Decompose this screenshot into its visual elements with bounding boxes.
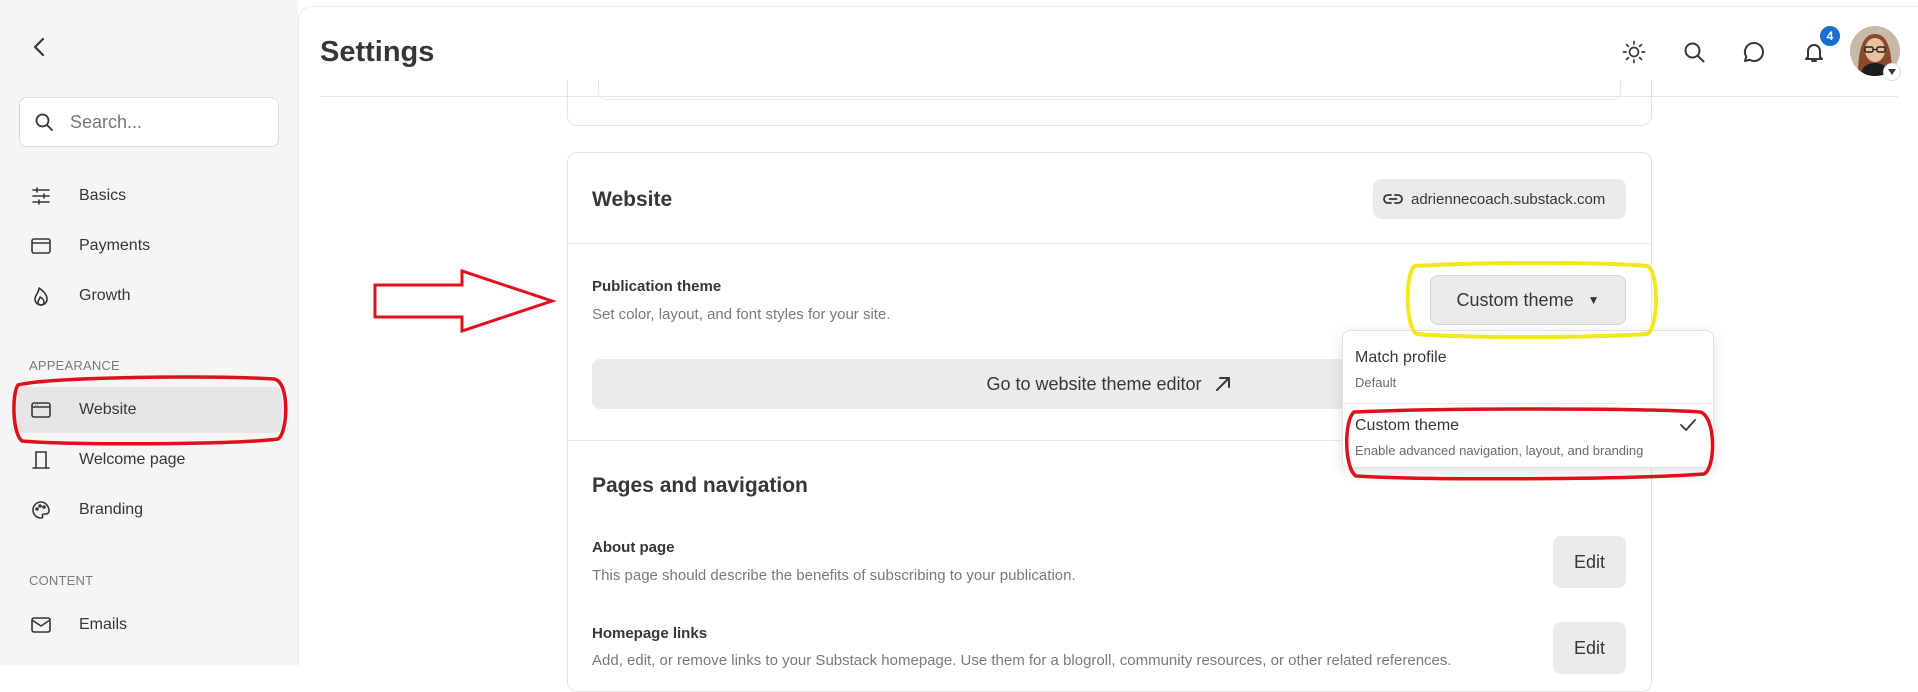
settings-search-field[interactable] xyxy=(19,97,279,147)
menu-item-subtitle: Default xyxy=(1355,375,1397,390)
sidebar-item-basics[interactable]: Basics xyxy=(14,173,282,219)
theme-toggle-sun-icon[interactable] xyxy=(1620,38,1648,66)
search-input[interactable] xyxy=(68,110,258,134)
door-icon xyxy=(30,449,52,471)
homepage-links-label: Homepage links xyxy=(592,625,708,642)
link-icon xyxy=(1383,192,1403,206)
page-title: Settings xyxy=(320,36,435,68)
menu-item-title: Custom theme xyxy=(1355,417,1460,434)
about-page-label: About page xyxy=(592,539,675,556)
browser-window-icon xyxy=(30,399,52,421)
publication-theme-description: Set color, layout, and font styles for y… xyxy=(592,306,891,323)
section-label-content: CONTENT xyxy=(29,573,94,588)
sidebar-item-branding[interactable]: Branding xyxy=(14,487,282,533)
search-icon[interactable] xyxy=(1680,38,1708,66)
edit-homepage-links-button[interactable]: Edit xyxy=(1553,622,1626,674)
menu-item-subtitle: Enable advanced navigation, layout, and … xyxy=(1355,443,1644,458)
menu-item-title: Match profile xyxy=(1355,349,1447,366)
sidebar-item-growth[interactable]: Growth xyxy=(14,273,282,319)
back-arrow-icon[interactable] xyxy=(26,33,54,61)
sidebar: Basics Payments Growth APPEARANCE Websit… xyxy=(0,0,298,665)
card-divider xyxy=(568,243,1651,244)
menu-item-custom-theme[interactable]: Custom theme Enable advanced navigation,… xyxy=(1343,404,1715,468)
sidebar-item-payments[interactable]: Payments xyxy=(14,223,282,269)
sidebar-item-label: Growth xyxy=(79,287,131,304)
sidebar-item-website[interactable]: Website xyxy=(14,387,282,433)
sidebar-item-emails[interactable]: Emails xyxy=(14,602,282,648)
edit-about-page-button[interactable]: Edit xyxy=(1553,536,1626,588)
pages-navigation-title: Pages and navigation xyxy=(592,474,808,497)
menu-item-match-profile[interactable]: Match profile Default xyxy=(1343,331,1715,403)
about-page-description: This page should describe the benefits o… xyxy=(592,567,1076,584)
website-url-text: adriennecoach.substack.com xyxy=(1411,190,1606,208)
checkmark-icon xyxy=(1679,418,1697,432)
theme-dropdown-menu: Match profile Default Custom theme Enabl… xyxy=(1342,330,1714,468)
sidebar-item-welcome-page[interactable]: Welcome page xyxy=(14,437,282,483)
sidebar-item-label: Payments xyxy=(79,237,151,254)
theme-select-dropdown[interactable]: Custom theme ▼ xyxy=(1430,275,1626,325)
website-card-title: Website xyxy=(592,188,673,211)
flame-icon xyxy=(30,285,52,307)
sidebar-item-label: Welcome page xyxy=(79,451,186,468)
card-divider xyxy=(598,80,1621,100)
sidebar-item-label: Website xyxy=(79,401,137,418)
sliders-icon xyxy=(30,185,52,207)
sidebar-item-label: Branding xyxy=(79,501,144,518)
search-icon xyxy=(34,112,54,132)
chevron-down-icon[interactable] xyxy=(1883,63,1901,81)
previous-settings-card xyxy=(567,80,1652,126)
external-arrow-icon xyxy=(1214,375,1232,393)
caret-down-icon: ▼ xyxy=(1587,293,1600,307)
credit-card-icon xyxy=(30,235,52,257)
sidebar-item-label: Basics xyxy=(79,187,127,204)
theme-select-value: Custom theme xyxy=(1456,289,1574,310)
publication-theme-label: Publication theme xyxy=(592,278,722,295)
website-url-link[interactable]: adriennecoach.substack.com xyxy=(1373,179,1626,219)
mail-icon xyxy=(30,614,52,636)
sidebar-item-label: Emails xyxy=(79,616,128,633)
notification-badge: 4 xyxy=(1818,24,1842,48)
section-label-appearance: APPEARANCE xyxy=(29,358,120,373)
homepage-links-description: Add, edit, or remove links to your Subst… xyxy=(592,652,1452,669)
palette-icon xyxy=(30,499,52,521)
theme-editor-button-label: Go to website theme editor xyxy=(986,373,1202,394)
chat-bubble-icon[interactable] xyxy=(1740,38,1768,66)
